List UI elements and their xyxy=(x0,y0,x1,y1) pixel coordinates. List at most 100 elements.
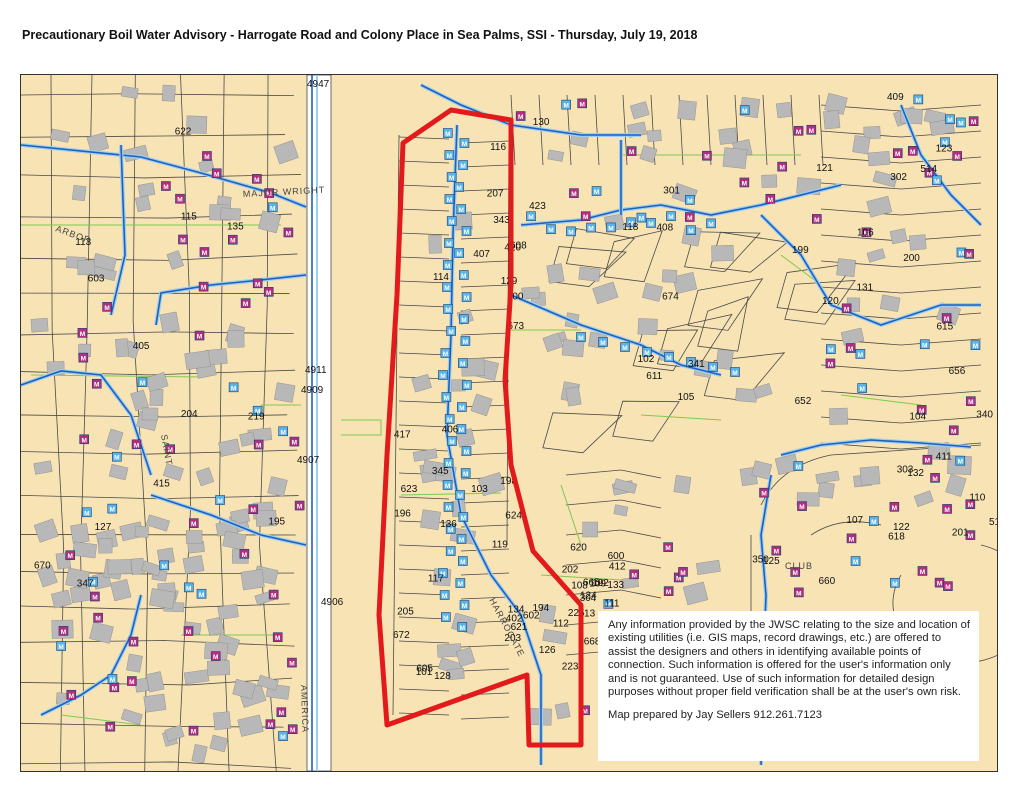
water-meter-icon: M xyxy=(526,211,536,221)
svg-text:M: M xyxy=(971,119,976,126)
parcel-number: 347 xyxy=(77,578,94,589)
svg-text:M: M xyxy=(456,185,461,192)
water-meter-icon: M xyxy=(267,202,278,212)
water-meter-icon: M xyxy=(272,632,283,642)
svg-text:M: M xyxy=(925,458,930,465)
water-meter-icon: M xyxy=(178,234,188,244)
svg-text:M: M xyxy=(112,685,117,692)
water-meter-icon: M xyxy=(159,560,170,570)
water-meter-icon: M xyxy=(253,439,264,450)
water-meter-icon: M xyxy=(702,150,712,161)
parcel-number: 106 xyxy=(857,227,874,238)
parcel-number: 202 xyxy=(562,564,579,575)
water-meter-icon: M xyxy=(202,151,212,161)
water-meter-icon: M xyxy=(850,556,861,566)
svg-text:M: M xyxy=(270,205,275,212)
svg-text:M: M xyxy=(213,654,218,661)
parcel-number: 126 xyxy=(539,645,556,656)
svg-text:M: M xyxy=(742,180,747,187)
water-meter-icon: M xyxy=(826,344,836,354)
svg-text:M: M xyxy=(463,471,468,478)
svg-text:M: M xyxy=(440,373,445,380)
svg-text:M: M xyxy=(588,226,593,233)
svg-text:M: M xyxy=(446,505,451,512)
water-meter-icon: M xyxy=(956,117,966,127)
water-meter-icon: M xyxy=(461,446,472,456)
water-meter-icon: M xyxy=(248,504,259,514)
svg-text:M: M xyxy=(895,151,900,158)
svg-text:M: M xyxy=(458,581,463,588)
water-meter-icon: M xyxy=(252,174,262,184)
svg-text:M: M xyxy=(275,635,280,642)
water-meter-icon: M xyxy=(445,546,456,556)
street-label: ARBOR xyxy=(54,223,92,245)
water-meter-icon: M xyxy=(56,641,66,651)
svg-text:M: M xyxy=(271,593,276,600)
water-meter-icon: M xyxy=(458,556,468,566)
water-meter-icon: M xyxy=(287,724,298,734)
water-meter-icon: M xyxy=(932,175,942,185)
parcel-number: 135 xyxy=(227,221,244,232)
svg-text:M: M xyxy=(648,221,653,228)
water-meter-icon: M xyxy=(684,212,695,222)
street-label: CLUB xyxy=(785,561,813,571)
svg-text:M: M xyxy=(214,171,219,178)
water-meter-icon: M xyxy=(845,343,856,353)
parcel-number: 618 xyxy=(888,532,905,543)
svg-text:M: M xyxy=(631,572,636,579)
parcel-number: 412 xyxy=(609,562,626,573)
parcel-number: 121 xyxy=(816,163,833,174)
svg-text:M: M xyxy=(457,493,462,500)
water-meter-icon: M xyxy=(276,707,287,717)
svg-text:M: M xyxy=(447,153,452,160)
svg-text:M: M xyxy=(443,615,448,622)
water-meter-icon: M xyxy=(812,214,822,224)
water-meter-icon: M xyxy=(459,600,470,610)
water-meter-icon: M xyxy=(194,330,205,341)
water-meter-icon: M xyxy=(442,260,453,270)
svg-text:M: M xyxy=(255,281,260,288)
water-meter-icon: M xyxy=(455,578,466,588)
water-meter-icon: M xyxy=(546,224,556,234)
water-meter-icon: M xyxy=(443,502,454,512)
map-frame[interactable]: M M M M M M M M M M M M M M M M M M M M M M M M M M M M M M M M M M M M M M M M… xyxy=(20,74,998,772)
parcel-number: 199 xyxy=(792,245,809,256)
water-meter-icon: M xyxy=(240,298,251,308)
svg-text:M: M xyxy=(251,507,256,514)
svg-text:M: M xyxy=(217,498,222,505)
water-meter-icon: M xyxy=(91,378,102,389)
svg-text:M: M xyxy=(459,207,464,214)
parcel-number: 120 xyxy=(822,296,839,307)
water-meter-icon: M xyxy=(215,495,225,505)
parcel-number: 105 xyxy=(678,392,695,403)
svg-text:M: M xyxy=(266,290,271,297)
svg-text:M: M xyxy=(460,163,465,170)
parcel-number: 602 xyxy=(523,611,540,622)
water-meter-icon: M xyxy=(102,302,112,312)
water-meter-icon: M xyxy=(210,651,221,661)
water-meter-icon: M xyxy=(739,105,750,115)
svg-text:M: M xyxy=(732,370,737,377)
parcel-number: 656 xyxy=(949,366,966,377)
water-meter-icon: M xyxy=(442,282,452,292)
water-meter-icon: M xyxy=(846,533,857,543)
water-meter-icon: M xyxy=(131,439,142,449)
water-meter-icon: M xyxy=(440,348,451,358)
parcel-number: 407 xyxy=(473,249,490,260)
water-meter-icon: M xyxy=(198,281,209,292)
parcel-number: 130 xyxy=(533,117,550,128)
svg-text:M: M xyxy=(916,97,921,104)
parcel-number: 665 xyxy=(583,578,600,589)
svg-text:M: M xyxy=(796,129,801,136)
water-meter-icon: M xyxy=(686,225,696,235)
water-meter-icon: M xyxy=(561,99,571,110)
water-meter-icon: M xyxy=(948,425,959,435)
water-meter-icon: M xyxy=(265,719,276,729)
water-meter-icon: M xyxy=(444,150,455,160)
parcel-number: 131 xyxy=(857,282,874,293)
water-meter-icon: M xyxy=(955,455,966,466)
svg-text:M: M xyxy=(951,428,956,435)
svg-text:M: M xyxy=(444,285,449,292)
water-meter-icon: M xyxy=(685,195,695,205)
street-label: AMERICA xyxy=(299,685,311,733)
